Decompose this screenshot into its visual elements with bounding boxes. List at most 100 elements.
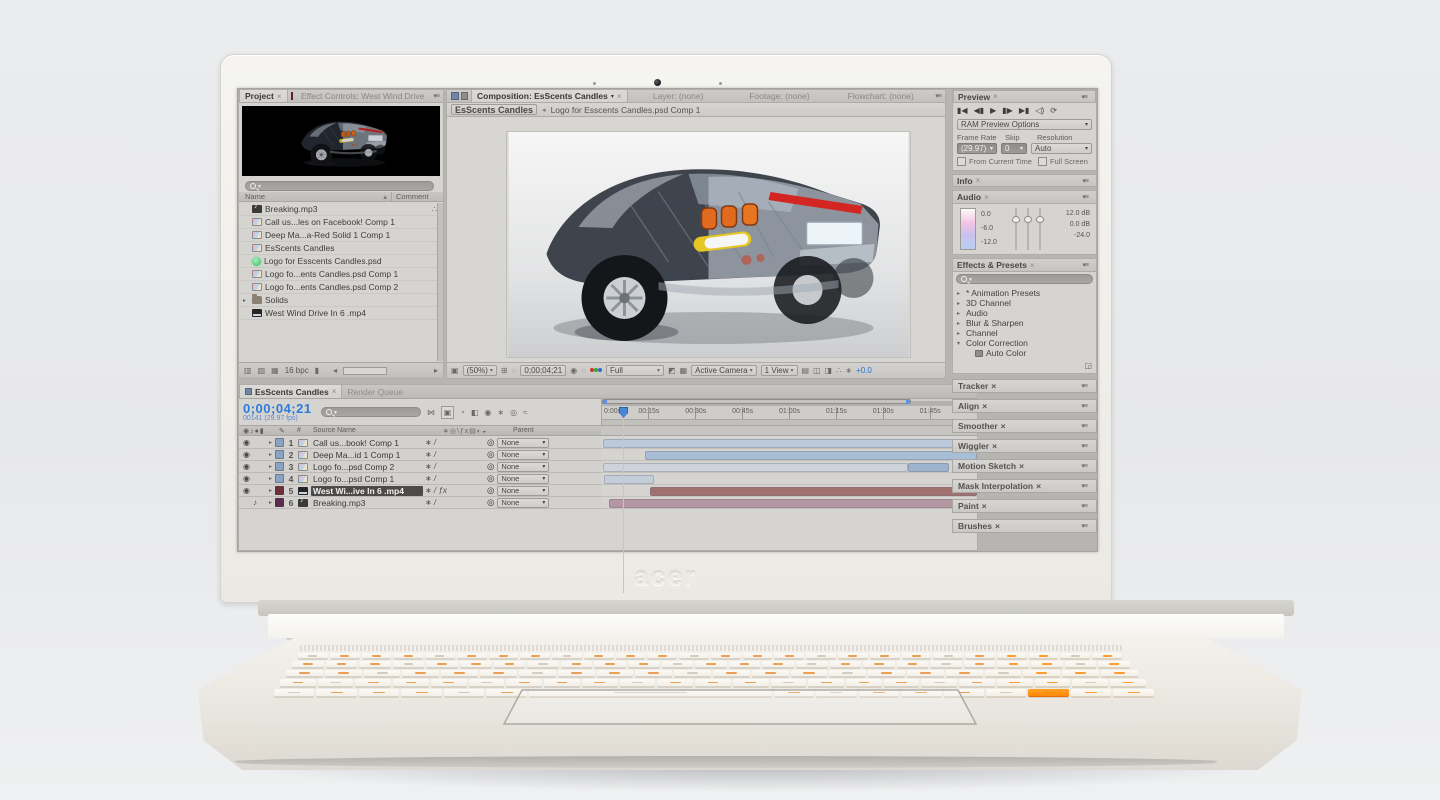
play-button[interactable]: ▶ — [990, 106, 996, 115]
trackpad[interactable] — [490, 686, 990, 728]
keyboard-key[interactable] — [552, 653, 582, 659]
keyboard-key[interactable] — [401, 689, 441, 697]
layer-name[interactable]: Call us...book! Comp 1 — [311, 438, 423, 448]
close-icon[interactable]: × — [332, 387, 337, 396]
project-item[interactable]: Logo fo...ents Candles.psd Comp 1 — [239, 268, 437, 281]
keyboard-key[interactable] — [316, 689, 356, 697]
keyboard-key[interactable] — [762, 661, 794, 668]
keyboard-key[interactable] — [679, 653, 709, 659]
layer-row[interactable]: ◉▸4Logo fo...psd Comp 1∗ /◎None▾ — [239, 473, 601, 485]
panel-motion-sketch[interactable]: Motion Sketch×▾≡ — [952, 459, 1097, 473]
layer-duration-bar[interactable] — [609, 499, 974, 508]
project-item[interactable]: West Wind Drive In 6 .mp4 — [239, 307, 437, 320]
parent-select[interactable]: None▾ — [497, 450, 549, 460]
panel-menu-icon[interactable]: ▾≡ — [1077, 442, 1091, 450]
keyboard-key[interactable] — [330, 653, 360, 659]
layer-duration-bar[interactable] — [645, 451, 977, 460]
always-preview-icon[interactable]: ▣ — [451, 366, 459, 375]
parent-select[interactable]: None▾ — [497, 498, 549, 508]
keyboard-key[interactable] — [402, 670, 439, 677]
panel-menu-icon[interactable]: ▾≡ — [1077, 422, 1091, 430]
keyboard-key[interactable] — [1092, 653, 1122, 659]
fast-preview-icon[interactable]: ◨ — [825, 366, 833, 375]
layer-switches[interactable]: ∗ / ƒx — [423, 486, 487, 495]
channels-icon[interactable] — [590, 368, 602, 374]
project-item[interactable]: EsScents Candles — [239, 242, 437, 255]
effects-group[interactable]: ▾Color Correction — [953, 338, 1096, 348]
project-item[interactable]: Logo for Esscents Candles.psd — [239, 255, 437, 268]
effects-group[interactable]: ▸* Animation Presets — [953, 288, 1096, 298]
auto-keyframe-icon[interactable]: ◎ — [510, 408, 517, 417]
keyboard-key[interactable] — [1023, 670, 1060, 677]
keyboard-key[interactable] — [362, 653, 392, 659]
layer-name[interactable]: Logo fo...psd Comp 2 — [311, 462, 423, 472]
twirl-icon[interactable]: ▸ — [957, 330, 963, 337]
keyboard-key[interactable] — [1113, 689, 1153, 697]
panel-brushes[interactable]: Brushes×▾≡ — [952, 519, 1097, 533]
layer-switches[interactable]: ∗ / — [423, 462, 487, 471]
panel-wiggler[interactable]: Wiggler×▾≡ — [952, 439, 1097, 453]
panel-menu-icon[interactable]: ▾≡ — [1078, 261, 1092, 269]
pickwhip-icon[interactable]: ◎ — [487, 497, 494, 508]
keyboard-key[interactable] — [806, 653, 836, 659]
twirl-icon[interactable]: ▸ — [243, 297, 249, 304]
keyboard-key[interactable] — [359, 689, 399, 697]
keyboard-key[interactable] — [527, 661, 559, 668]
keyboard-key[interactable] — [457, 653, 487, 659]
layer-duration-bar[interactable] — [603, 439, 956, 448]
new-folder-icon[interactable]: ▧ — [258, 366, 266, 375]
bit-depth[interactable]: 16 bpc — [285, 366, 309, 375]
show-snapshot-icon[interactable]: ○ — [581, 366, 586, 375]
layer-color-chip[interactable] — [275, 462, 284, 471]
exposure-icon[interactable]: ∗ — [845, 366, 852, 375]
keyboard-key[interactable] — [997, 661, 1029, 668]
keyboard-key[interactable] — [902, 653, 932, 659]
layer-name[interactable]: Breaking.mp3 — [311, 498, 423, 508]
keyboard-key[interactable] — [1031, 661, 1063, 668]
frame-blending-icon[interactable]: ◧ — [471, 408, 479, 417]
keyboard-key[interactable] — [628, 661, 660, 668]
layer-color-chip[interactable] — [275, 438, 284, 447]
layer-row[interactable]: ◉▸2Deep Ma...id 1 Comp 1∗ /◎None▾ — [239, 449, 601, 461]
keyboard-key[interactable] — [743, 653, 773, 659]
project-item[interactable]: Breaking.mp3∴ — [239, 203, 437, 216]
parent-select[interactable]: None▾ — [497, 462, 549, 472]
keyboard-key[interactable] — [985, 670, 1022, 677]
panel-menu-icon[interactable]: ▾≡ — [1077, 93, 1091, 101]
visibility-toggle-icon[interactable]: ◉ — [239, 450, 269, 459]
effects-group[interactable]: ▸Blur & Sharpen — [953, 318, 1096, 328]
shy-layers-icon[interactable]: ◔ — [460, 408, 465, 417]
keyboard-key[interactable] — [489, 653, 519, 659]
info-panel-header[interactable]: Info×▾≡ — [952, 174, 1097, 187]
tab-composition[interactable]: Composition: EsScents Candles▾× — [471, 90, 628, 103]
keyboard-key[interactable] — [986, 689, 1026, 697]
keyboard-key[interactable] — [393, 661, 425, 668]
tab-project[interactable]: Project× — [239, 90, 288, 103]
tab-flowchart[interactable]: Flowchart: (none) — [830, 90, 931, 103]
resolution-select[interactable]: Auto▾ — [1031, 143, 1092, 154]
layer-name[interactable]: Logo fo...psd Comp 1 — [311, 474, 423, 484]
keyboard-key[interactable] — [870, 653, 900, 659]
keyboard-key[interactable] — [1071, 689, 1111, 697]
viewer-timecode[interactable]: 0;00;04;21 — [520, 365, 566, 376]
mini-flowchart-icon[interactable]: ⋈ — [427, 408, 435, 417]
column-comment[interactable]: Comment — [391, 192, 443, 201]
layer-duration-bar[interactable] — [604, 475, 654, 484]
audio-button[interactable]: ◁) — [1035, 106, 1044, 115]
composition-viewport[interactable] — [447, 117, 945, 361]
keyboard-key[interactable] — [326, 661, 358, 668]
effects-search-input[interactable]: ▾ — [956, 274, 1093, 284]
first-frame-button[interactable]: ▮◀ — [957, 106, 968, 115]
keyboard-key[interactable] — [425, 653, 455, 659]
keyboard-key[interactable] — [441, 670, 478, 677]
audio-sliders[interactable] — [1015, 208, 1041, 250]
keyboard-key[interactable] — [729, 661, 761, 668]
magnification-select[interactable]: (50%)▾ — [463, 365, 497, 376]
panel-menu-icon[interactable]: ▾≡ — [1077, 402, 1091, 410]
keyboard-key[interactable] — [1029, 653, 1059, 659]
keyboard-key[interactable] — [584, 653, 614, 659]
keyboard-key[interactable] — [460, 661, 492, 668]
last-frame-button[interactable]: ▶▮ — [1019, 106, 1030, 115]
layer-switches[interactable]: ∗ / — [423, 498, 487, 507]
next-frame-button[interactable]: ▮▶ — [1002, 106, 1013, 115]
